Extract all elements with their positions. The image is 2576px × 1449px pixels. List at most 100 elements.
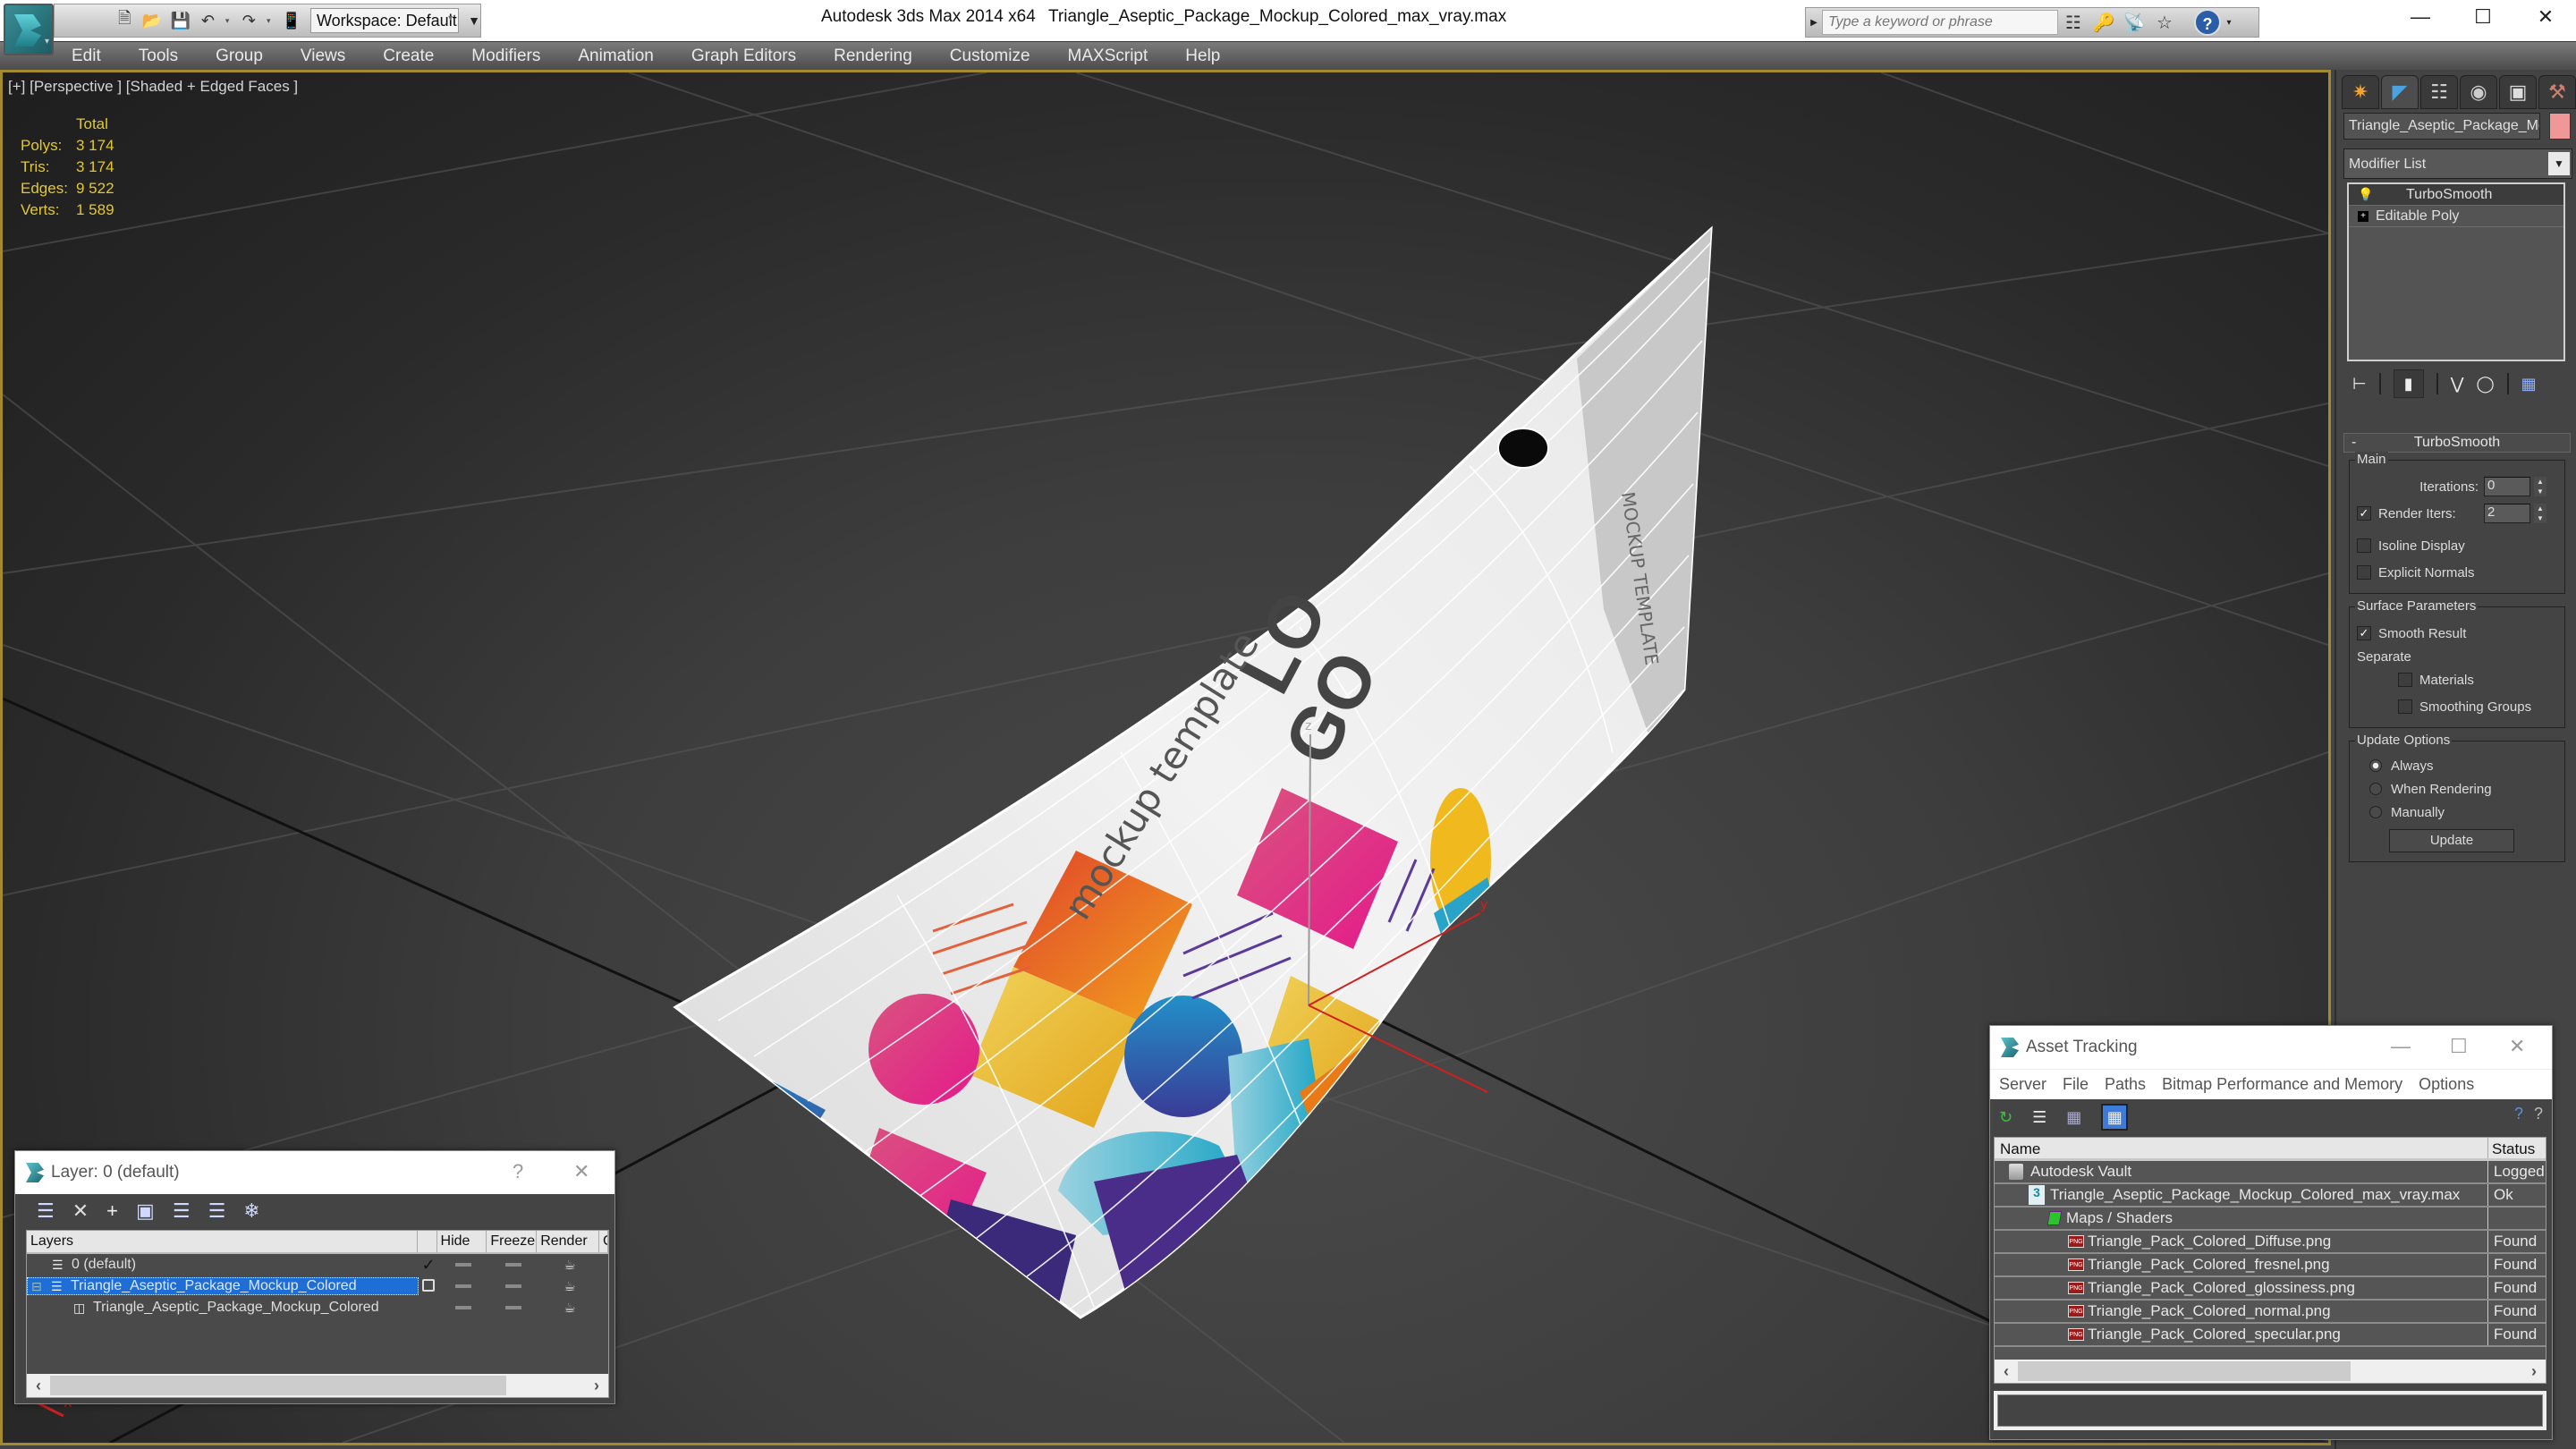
create-tab[interactable]: ✷ — [2342, 75, 2379, 109]
explicit-normals-checkbox[interactable] — [2357, 565, 2371, 580]
render-iters-checkbox[interactable]: ✓ — [2357, 506, 2371, 521]
favorites-star-icon[interactable]: ☆ — [2149, 12, 2180, 34]
refresh-icon[interactable]: ↻ — [1999, 1108, 2012, 1127]
render-teapot-icon[interactable]: ☕ — [538, 1300, 601, 1316]
help-icon[interactable]: ? — [2194, 9, 2221, 36]
workspace-select[interactable]: Workspace: Default ▾ — [309, 8, 460, 33]
undo-dropdown-icon[interactable]: ▾ — [225, 16, 232, 26]
menu-animation[interactable]: Animation — [578, 47, 654, 66]
save-file-icon[interactable]: 💾 — [171, 10, 191, 31]
horizontal-scrollbar[interactable]: ‹ › — [27, 1374, 608, 1397]
object-row[interactable]: ◫ Triangle_Aseptic_Package_Mockup_Colore… — [27, 1297, 608, 1318]
hide-toggle[interactable] — [438, 1306, 488, 1309]
search-input[interactable] — [1822, 10, 2058, 35]
minimize-button[interactable]: — — [2391, 1035, 2411, 1058]
make-unique-icon[interactable]: ⋁ — [2451, 375, 2464, 394]
hide-toggle[interactable] — [438, 1263, 488, 1267]
column-header-color[interactable]: C — [599, 1231, 608, 1252]
scroll-right-icon[interactable]: › — [585, 1377, 608, 1395]
close-button[interactable]: ✕ — [2509, 1035, 2525, 1058]
scroll-left-icon[interactable]: ‹ — [27, 1377, 50, 1395]
dialog-title-bar[interactable]: Asset Tracking — ☐ ✕ — [1990, 1026, 2552, 1069]
asset-path-input[interactable] — [1997, 1394, 2543, 1427]
communication-center-icon[interactable]: 📡 — [2119, 12, 2149, 34]
context-help-icon[interactable]: ? — [2534, 1105, 2543, 1123]
new-file-icon[interactable]: 🗎 — [116, 9, 133, 31]
customize-qat-icon[interactable]: ▼ — [468, 13, 480, 28]
maximize-button[interactable]: ☐ — [2465, 5, 2501, 29]
maximize-button[interactable]: ☐ — [2450, 1035, 2468, 1058]
undo-icon[interactable]: ↶ — [199, 10, 216, 31]
when-rendering-radio[interactable] — [2369, 783, 2382, 795]
menu-rendering[interactable]: Rendering — [834, 47, 912, 66]
menu-customize[interactable]: Customize — [950, 47, 1030, 66]
create-new-layer-icon[interactable]: ☰ — [37, 1199, 55, 1223]
hierarchy-tab[interactable]: ☷ — [2420, 75, 2458, 109]
render-teapot-icon[interactable]: ☕ — [538, 1278, 601, 1294]
asset-menu-bitmap-performance-and-memory[interactable]: Bitmap Performance and Memory — [2162, 1075, 2402, 1094]
add-to-layer-icon[interactable]: + — [106, 1199, 118, 1223]
object-color-swatch[interactable] — [2549, 113, 2571, 140]
menu-views[interactable]: Views — [301, 47, 345, 66]
display-tab[interactable]: ▣ — [2499, 75, 2537, 109]
asset-menu-file[interactable]: File — [2063, 1075, 2089, 1094]
materials-checkbox[interactable] — [2398, 673, 2412, 687]
key-icon[interactable]: 🔑 — [2089, 12, 2119, 34]
motion-tab[interactable]: ◉ — [2460, 75, 2497, 109]
dialog-title-bar[interactable]: Layer: 0 (default) ? ✕ — [15, 1151, 614, 1194]
menu-graph-editors[interactable]: Graph Editors — [691, 47, 796, 66]
asset-row[interactable]: PNG Triangle_Pack_Colored_Diffuse.png Foun… — [1995, 1231, 2546, 1254]
asset-row[interactable]: 3 Triangle_Aseptic_Package_Mockup_Colored… — [1995, 1184, 2546, 1208]
application-menu-button[interactable]: ▾ — [4, 4, 54, 55]
close-button[interactable]: ✕ — [573, 1160, 589, 1183]
list-view-icon[interactable]: ☰ — [2032, 1108, 2046, 1127]
asset-row[interactable]: Maps / Shaders — [1995, 1208, 2546, 1231]
tree-view-icon[interactable]: ▦ — [2066, 1108, 2081, 1127]
layer-row[interactable]: ⊟ ☰ Triangle_Aseptic_Package_Mockup_Colo… — [27, 1275, 608, 1297]
horizontal-scrollbar[interactable]: ‹ › — [1995, 1360, 2546, 1383]
package-model[interactable]: LO GO mockup template MOCKUP TEMPLATE z … — [673, 225, 1713, 1319]
scrollbar-thumb[interactable] — [2018, 1361, 2351, 1381]
current-layer-checkmark-icon[interactable]: ✓ — [419, 1256, 438, 1275]
modifier-list-dropdown[interactable]: Modifier List ▼ — [2343, 148, 2572, 179]
column-header-name[interactable]: Name — [1995, 1138, 2488, 1158]
online-help-icon[interactable]: ? — [2514, 1105, 2523, 1123]
pin-stack-icon[interactable]: ⊢ — [2352, 375, 2367, 394]
show-end-result-icon[interactable]: ▮ — [2393, 369, 2424, 398]
freeze-toggle[interactable] — [488, 1306, 538, 1309]
smoothing-groups-checkbox[interactable] — [2398, 699, 2412, 714]
viewport-label-menu[interactable]: [+] [Perspective ] [Shaded + Edged Faces… — [8, 78, 298, 96]
iterations-spinner-arrows[interactable]: ▲ ▼ — [2534, 477, 2546, 496]
object-name-field[interactable]: Triangle_Aseptic_Package_Mockup_Colored — [2343, 113, 2540, 140]
redo-icon[interactable]: ↷ — [241, 10, 258, 31]
rollout-header[interactable]: - TurboSmooth — [2343, 433, 2571, 453]
menu-maxscript[interactable]: MAXScript — [1068, 47, 1148, 66]
minimize-button[interactable]: — — [2402, 5, 2438, 29]
render-iters-spinner-input[interactable]: 2 — [2484, 504, 2530, 523]
stack-item-editable-poly[interactable]: + Editable Poly — [2349, 206, 2563, 227]
select-objects-in-layer-icon[interactable]: ▣ — [136, 1199, 155, 1223]
menu-tools[interactable]: Tools — [139, 47, 178, 66]
column-header-hide[interactable]: Hide — [437, 1231, 487, 1252]
asset-menu-paths[interactable]: Paths — [2105, 1075, 2146, 1094]
collapse-minus-icon[interactable]: ⊟ — [31, 1279, 47, 1294]
remove-modifier-icon[interactable]: ◯ — [2476, 375, 2494, 394]
table-view-icon[interactable]: ▦ — [2101, 1104, 2129, 1131]
manually-radio[interactable] — [2369, 806, 2382, 818]
asset-row[interactable]: PNG Triangle_Pack_Colored_glossiness.png F… — [1995, 1277, 2546, 1301]
column-header-layers[interactable]: Layers — [27, 1231, 418, 1252]
column-header-render[interactable]: Render — [537, 1231, 599, 1252]
menu-group[interactable]: Group — [216, 47, 263, 66]
asset-row[interactable]: PNG Triangle_Pack_Colored_fresnel.png Foun… — [1995, 1254, 2546, 1277]
column-header-current[interactable] — [418, 1231, 437, 1252]
always-radio[interactable] — [2369, 759, 2382, 772]
update-button[interactable]: Update — [2389, 829, 2514, 852]
freeze-toggle[interactable] — [488, 1263, 538, 1267]
highlight-selected-layer-icon[interactable]: ☰ — [173, 1199, 191, 1223]
freeze-toggle[interactable] — [488, 1284, 538, 1288]
asset-row[interactable]: PNG Triangle_Pack_Colored_specular.png Fou… — [1995, 1324, 2546, 1347]
menu-edit[interactable]: Edit — [72, 47, 101, 66]
render-iters-spinner-arrows[interactable]: ▲ ▼ — [2534, 504, 2546, 523]
scrollbar-thumb[interactable] — [50, 1376, 506, 1395]
modify-tab[interactable]: ◤ — [2381, 75, 2419, 109]
